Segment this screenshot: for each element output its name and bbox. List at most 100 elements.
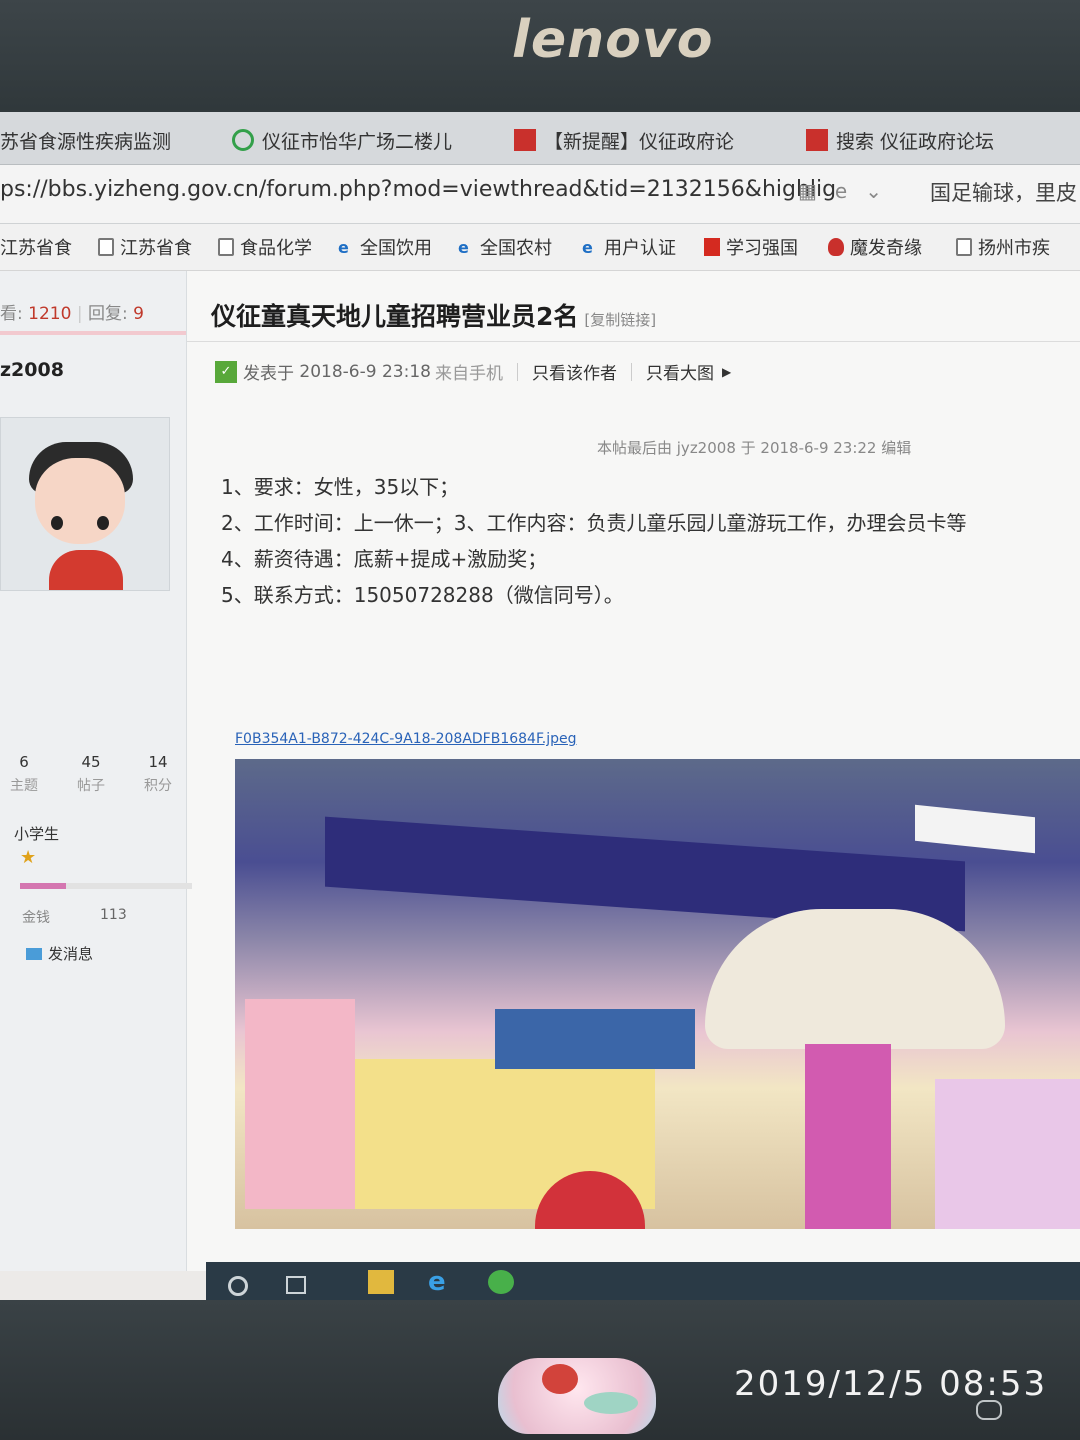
bookmark-label: 用户认证 (604, 238, 676, 259)
address-bar: ps://bbs.yizheng.gov.cn/forum.php?mod=vi… (0, 165, 1080, 224)
post-line: 1、要求：女性，35以下； (221, 475, 460, 499)
bookmark-label: 学习强国 (726, 238, 798, 259)
sticker-hair (542, 1364, 578, 1394)
star-icon: ★ (20, 847, 37, 868)
views-count: 1210 (28, 304, 72, 324)
ie-mode-icon[interactable]: e (835, 179, 847, 203)
bookmark-rural[interactable]: e 全国农村 (458, 234, 552, 260)
bookmark-food-chem[interactable]: 食品化学 (218, 234, 312, 260)
url-field[interactable]: ps://bbs.yizheng.gov.cn/forum.php?mod=vi… (0, 177, 836, 202)
post-line: 5、联系方式：15050728288（微信同号）。 (221, 583, 624, 607)
author-name[interactable]: z2008 (0, 359, 64, 381)
tab-label: 【新提醒】仪征政府论 (544, 130, 735, 153)
stat-label: 积分 (144, 778, 172, 794)
monitor-screen: 苏省食源性疾病监测 仪征市怡华广场二楼儿 【新提醒】仪征政府论 搜索 仪征政府论… (0, 112, 1080, 1304)
bookmark-label: 江苏省食 (0, 238, 72, 259)
file-explorer-icon[interactable] (368, 1270, 394, 1294)
bookmark-label: 江苏省食 (120, 238, 192, 259)
post-body: 1、要求：女性，35以下； 2、工作时间：上一休一；3、工作内容：负责儿童乐园儿… (221, 469, 966, 613)
ie-icon: e (458, 238, 469, 257)
bookmark-label: 扬州市疾 (978, 238, 1050, 259)
copy-link-button[interactable]: [复制链接] (584, 311, 656, 329)
grid-icon[interactable]: ▦ (798, 179, 817, 203)
photo-timestamp: 2019/12/5 08:53 (734, 1364, 1048, 1404)
post-line: 2、工作时间：上一休一；3、工作内容：负责儿童乐园儿童游玩工作，办理会员卡等 (221, 511, 967, 535)
edge-icon[interactable]: e (428, 1269, 454, 1295)
posted-time: 2018-6-9 23:18 (299, 361, 431, 382)
task-view-icon[interactable] (286, 1276, 306, 1294)
online-status-icon: ✓ (215, 360, 237, 383)
tab-yihua-plaza[interactable]: 仪征市怡华广场二楼儿 (232, 122, 452, 158)
posted-source: 来自手机 (434, 364, 503, 384)
divider (0, 331, 186, 335)
only-large-images-link[interactable]: 只看大图 (646, 359, 714, 384)
bookmark-label: 全国饮用 (360, 238, 432, 259)
browser-tab-strip: 苏省食源性疾病监测 仪征市怡华广场二楼儿 【新提醒】仪征政府论 搜索 仪征政府论… (0, 112, 1080, 165)
divider (630, 362, 632, 381)
tab-food-disease-monitoring[interactable]: 苏省食源性疾病监测 (0, 122, 171, 158)
thread-stats: 看: 1210 | 回复: 9 (0, 304, 144, 324)
gold-label: 金钱 (22, 910, 50, 926)
stat-value: 6 (19, 753, 29, 771)
photo-mushroom-stem (805, 1044, 891, 1229)
stat-topics[interactable]: 6 主题 (10, 753, 38, 795)
attached-playground-photo[interactable] (235, 759, 1080, 1229)
sticker-tail (584, 1392, 638, 1414)
qihoo-search-icon (232, 129, 254, 151)
page-icon (98, 238, 114, 256)
tab-new-reminder-forum[interactable]: 【新提醒】仪征政府论 (514, 122, 734, 158)
bookmark-yangzhou-cdc[interactable]: 扬州市疾 (956, 234, 1050, 260)
address-bar-icons: ▦ e ⌄ (798, 179, 882, 203)
user-rank[interactable]: 小学生 (14, 823, 59, 844)
bookmark-user-auth[interactable]: e 用户认证 (582, 234, 676, 260)
avatar-eye (51, 516, 63, 530)
power-button-icon[interactable] (976, 1400, 1002, 1420)
search-icon[interactable] (228, 1276, 248, 1296)
avatar-body (49, 550, 123, 590)
mermaid-sticker (498, 1358, 656, 1434)
xuexi-icon (704, 238, 720, 256)
flame-icon (828, 238, 844, 256)
edit-note: 本帖最后由 jyz2008 于 2018-6-9 23:22 编辑 (597, 439, 912, 457)
gold-value: 113 (100, 907, 127, 923)
search-suggestion-box[interactable]: 国足输球，里皮 (930, 177, 1077, 207)
post-main: 仪征童真天地儿童招聘营业员2名 [复制链接] ✓ 发表于 2018-6-9 23:… (187, 271, 1080, 1271)
avatar[interactable] (0, 417, 170, 591)
tab-label: 仪征市怡华广场二楼儿 (262, 130, 453, 153)
level-progress-fill (20, 883, 67, 889)
only-author-link[interactable]: 只看该作者 (532, 359, 617, 384)
send-message-button[interactable]: 发消息 (26, 943, 93, 964)
level-progress-bar (20, 883, 192, 889)
views-label: 看: (0, 304, 23, 324)
play-arrow-icon[interactable]: ▶ (722, 365, 731, 379)
forum-thread-page: 看: 1210 | 回复: 9 z2008 6 主题 45 帖子 14 积分 小… (0, 271, 1080, 1271)
ie-icon: e (582, 238, 593, 257)
bookmark-jiangsu-2[interactable]: 江苏省食 (98, 234, 192, 260)
forum-logo-icon (514, 129, 536, 151)
tab-search-forum[interactable]: 搜索 仪征政府论坛 (806, 122, 994, 158)
avatar-face (35, 458, 125, 544)
post-meta: ✓ 发表于 2018-6-9 23:18 来自手机 只看该作者 只看大图 ▶ (215, 359, 731, 384)
photo-pink-wall (245, 999, 355, 1209)
message-icon (26, 947, 42, 960)
bookmark-drinking-water[interactable]: e 全国饮用 (338, 234, 432, 260)
page-title: 仪征童真天地儿童招聘营业员2名 [复制链接] (211, 297, 656, 333)
photo-blue-window (495, 1009, 695, 1069)
stat-posts[interactable]: 45 帖子 (77, 753, 105, 795)
stat-points[interactable]: 14 积分 (144, 753, 172, 795)
attachment-link[interactable]: F0B354A1-B872-424C-9A18-208ADFB1684F.jpe… (235, 731, 577, 747)
bookmark-jiangsu-1[interactable]: 江苏省食 (0, 234, 72, 260)
author-stats: 6 主题 45 帖子 14 积分 (10, 753, 186, 795)
photo-ceiling-vent (915, 804, 1035, 854)
taskbar-strip (206, 1262, 1080, 1304)
stat-label: 帖子 (77, 778, 105, 794)
bookmark-tangled[interactable]: 魔发奇缘 (828, 234, 922, 260)
page-icon (956, 238, 972, 256)
bookmark-xuexi[interactable]: 学习强国 (704, 234, 798, 260)
bookmark-label: 魔发奇缘 (850, 238, 922, 259)
posted-prefix: 发表于 (243, 364, 294, 384)
tab-label: 苏省食源性疾病监测 (0, 130, 172, 153)
bookmark-label: 全国农村 (480, 238, 552, 259)
wechat-icon[interactable] (488, 1270, 514, 1294)
chevron-down-icon[interactable]: ⌄ (865, 179, 882, 203)
